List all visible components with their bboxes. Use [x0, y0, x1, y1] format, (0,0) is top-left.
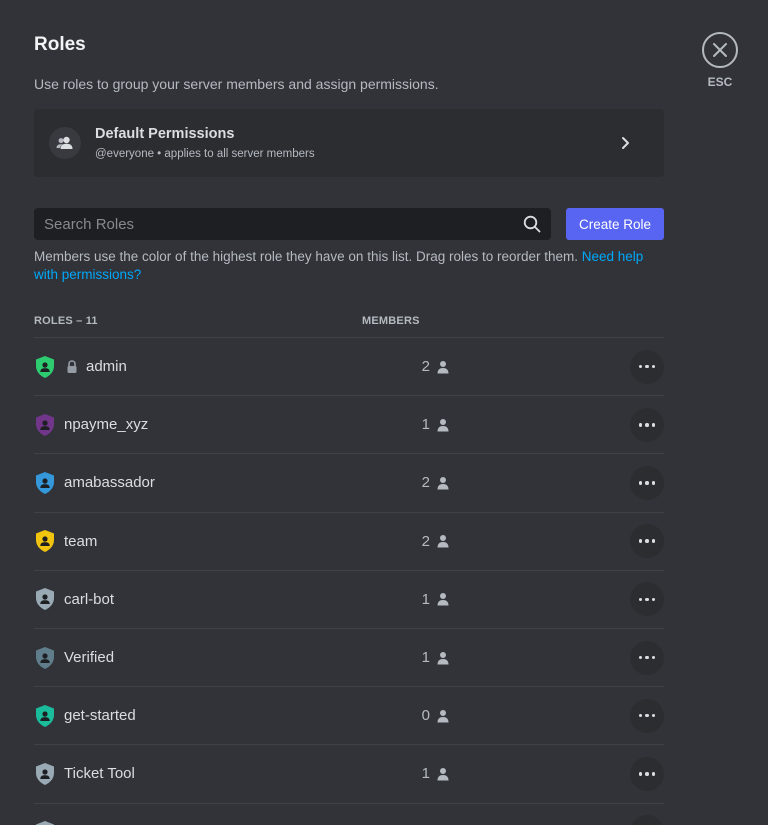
person-icon	[437, 767, 449, 781]
member-count: 2	[421, 474, 430, 492]
more-dots-icon	[638, 597, 656, 602]
close-control: ESC	[700, 32, 740, 89]
search-icon	[523, 215, 541, 233]
more-dots-icon	[638, 713, 656, 718]
search-input[interactable]	[44, 215, 523, 233]
default-permissions-title: Default Permissions	[95, 126, 235, 142]
role-name: npayme_xyz	[64, 416, 149, 434]
members-column-header: MEMBERS	[362, 315, 420, 327]
person-icon	[437, 709, 449, 723]
role-name: get-started	[64, 707, 136, 725]
page-title: Roles	[34, 34, 86, 55]
member-count-group: 1	[374, 745, 450, 802]
member-count-group: 2	[374, 454, 450, 511]
role-more-button[interactable]	[630, 756, 664, 791]
chevron-right-icon	[622, 137, 629, 149]
close-button[interactable]	[702, 32, 738, 68]
role-shield-icon	[36, 530, 54, 553]
member-count-group: 1	[374, 396, 450, 453]
esc-label: ESC	[707, 75, 733, 89]
member-count: 1	[421, 765, 430, 783]
help-text: Members use the color of the highest rol…	[34, 248, 664, 283]
role-shield-icon	[36, 413, 54, 436]
members-group-icon	[49, 127, 81, 159]
role-name: admin	[86, 358, 127, 376]
role-row[interactable]: team 2	[34, 511, 664, 570]
role-more-button[interactable]	[630, 465, 664, 500]
role-name: Ticket Tool	[64, 765, 135, 783]
more-dots-icon	[638, 481, 656, 485]
role-more-button[interactable]	[630, 524, 664, 559]
role-name: Verified	[64, 649, 115, 667]
role-shield-icon	[36, 646, 54, 669]
role-row[interactable]: amabassador 2	[34, 453, 664, 511]
person-icon	[437, 593, 449, 606]
role-row[interactable]	[34, 802, 664, 825]
role-shield-icon	[36, 355, 54, 378]
role-row[interactable]: admin 2	[34, 337, 664, 395]
member-count: 2	[421, 532, 430, 550]
search-box	[34, 208, 551, 240]
role-shield-icon	[36, 704, 54, 727]
member-count: 2	[421, 358, 430, 376]
role-row[interactable]: npayme_xyz 1	[34, 395, 664, 453]
more-dots-icon	[638, 772, 656, 776]
person-icon	[437, 476, 449, 490]
person-icon	[437, 651, 449, 665]
roles-settings-page: Roles Use roles to group your server mem…	[0, 0, 768, 825]
role-name: team	[64, 532, 98, 550]
role-more-button[interactable]	[630, 815, 664, 825]
role-shield-icon	[36, 471, 54, 494]
role-shield-icon	[36, 762, 54, 785]
role-more-button[interactable]	[630, 698, 664, 733]
role-more-button[interactable]	[630, 640, 664, 675]
member-count-group: 1	[374, 629, 450, 686]
role-more-button[interactable]	[630, 582, 664, 617]
role-name: carl-bot	[64, 590, 115, 608]
person-icon	[437, 360, 449, 374]
more-dots-icon	[638, 364, 656, 369]
role-name: amabassador	[64, 474, 155, 492]
more-dots-icon	[638, 423, 656, 427]
member-count-group: 2	[374, 513, 450, 570]
member-count-group: 1	[374, 571, 450, 628]
role-more-button[interactable]	[630, 407, 664, 442]
create-role-button[interactable]: Create Role	[566, 208, 664, 240]
member-count: 0	[421, 707, 430, 725]
person-icon	[437, 418, 449, 432]
role-shield-icon	[36, 588, 54, 611]
member-count-group: 0	[374, 687, 450, 744]
role-row[interactable]: get-started 0	[34, 686, 664, 744]
default-permissions-subtitle: @everyone • applies to all server member…	[95, 148, 315, 160]
person-icon	[437, 535, 449, 548]
role-row[interactable]: carl-bot 1	[34, 569, 664, 628]
role-shield-icon	[36, 821, 54, 825]
close-icon	[713, 43, 727, 57]
page-description: Use roles to group your server members a…	[34, 76, 439, 92]
more-dots-icon	[638, 655, 656, 660]
default-permissions-text: Default Permissions @everyone • applies …	[95, 126, 615, 160]
lock-icon	[67, 359, 77, 373]
roles-column-header: ROLES – 11	[34, 315, 98, 327]
member-count: 1	[421, 416, 430, 434]
more-dots-icon	[638, 539, 656, 543]
help-description: Members use the color of the highest rol…	[34, 249, 582, 264]
role-row[interactable]: Ticket Tool 1	[34, 744, 664, 802]
role-more-button[interactable]	[630, 349, 664, 384]
member-count-group: 2	[374, 338, 450, 395]
roles-list: admin 2 npayme_xyz 1 amabassador 2 team 2 carl-b…	[34, 337, 664, 825]
member-count: 1	[421, 590, 430, 608]
default-permissions-card[interactable]: Default Permissions @everyone • applies …	[34, 109, 664, 177]
member-count: 1	[421, 649, 430, 667]
role-row[interactable]: Verified 1	[34, 627, 664, 686]
